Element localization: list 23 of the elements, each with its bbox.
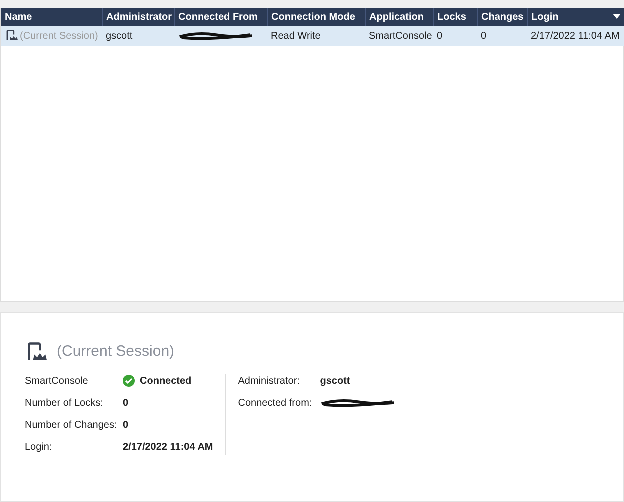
- field-label: SmartConsole: [25, 374, 90, 388]
- field-value: gscott: [320, 374, 350, 388]
- table-cell: gscott: [106, 30, 133, 42]
- table-cell: 0: [481, 30, 487, 42]
- field-value: 0: [123, 418, 129, 432]
- column-header[interactable]: Name: [5, 12, 32, 22]
- dropdown-caret-icon[interactable]: [612, 14, 620, 20]
- table-cell: 2/17/2022 11:04 AM: [531, 30, 620, 42]
- field-label: Administrator:: [238, 374, 301, 388]
- table-cell: SmartConsole: [369, 30, 432, 42]
- session-title: (Current Session): [57, 342, 175, 362]
- field-value: 2/17/2022 11:04 AM: [123, 440, 214, 454]
- field-label: Connected from:: [238, 396, 314, 410]
- table-cell: 0: [437, 30, 443, 42]
- field-value: 0: [123, 396, 129, 410]
- device-crown-icon: [5, 29, 18, 42]
- table-cell: Read Write: [271, 30, 321, 42]
- field-label: Number of Changes:: [25, 418, 118, 432]
- table-cell: (Current Session): [20, 30, 98, 42]
- field-label: Login:: [25, 440, 54, 454]
- field-value: Connected: [140, 374, 192, 388]
- device-crown-icon: [25, 341, 47, 364]
- field-label: Number of Locks:: [25, 396, 104, 410]
